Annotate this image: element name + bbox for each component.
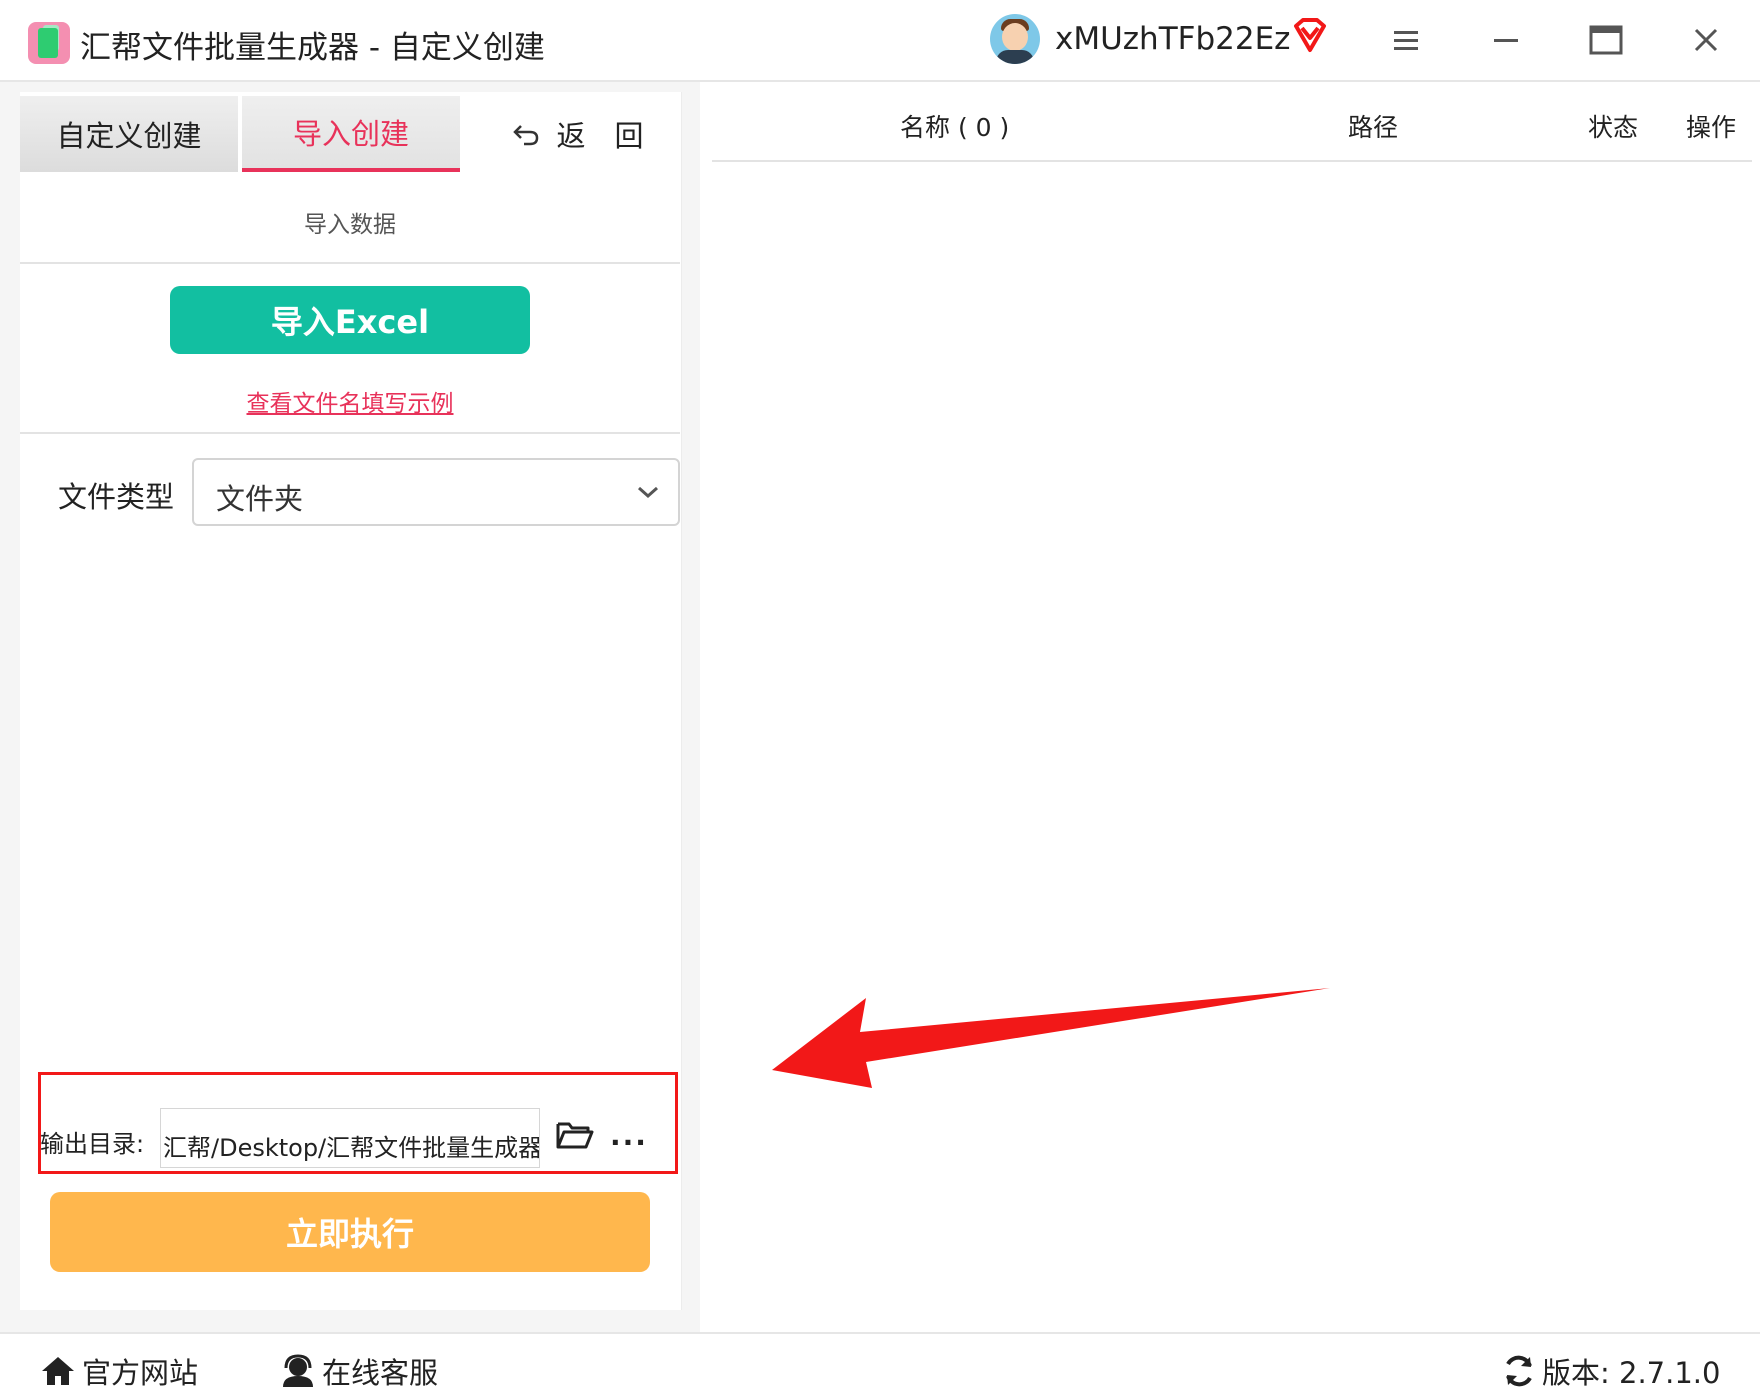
divider — [20, 432, 680, 434]
output-dir-label: 输出目录: — [40, 1130, 145, 1158]
official-website-label: 官方网站 — [82, 1356, 199, 1390]
minimize-icon[interactable] — [1484, 18, 1528, 62]
file-type-select[interactable]: 文件夹 — [192, 458, 680, 526]
tab-custom-create[interactable]: 自定义创建 — [20, 96, 238, 172]
username[interactable]: xMUzhTFb22Ez — [1055, 21, 1290, 57]
version-label: 版本: 2.7.1.0 — [1542, 1356, 1721, 1390]
refresh-icon — [1506, 1355, 1532, 1387]
vip-badge-icon[interactable] — [1290, 16, 1330, 56]
column-status: 状态 — [1588, 113, 1639, 142]
window-title: 汇帮文件批量生成器 - 自定义创建 — [80, 30, 545, 66]
folder-open-icon[interactable] — [556, 1120, 594, 1154]
chevron-down-icon — [638, 486, 658, 499]
back-arrow-icon — [513, 125, 539, 146]
run-now-button[interactable]: 立即执行 — [50, 1192, 650, 1272]
file-type-value: 文件夹 — [216, 482, 304, 516]
close-icon[interactable] — [1684, 18, 1728, 62]
column-name: 名称 ( 0 ) — [900, 113, 1010, 142]
back-button[interactable]: 返 回 — [488, 96, 668, 172]
filename-example-link[interactable]: 查看文件名填写示例 — [20, 384, 680, 418]
column-actions: 操作 — [1686, 113, 1737, 142]
avatar[interactable] — [990, 14, 1040, 64]
red-arrow-annotation — [770, 980, 1340, 1104]
online-support-label: 在线客服 — [322, 1356, 439, 1390]
output-dir-input[interactable]: 汇帮/Desktop/汇帮文件批量生成器 — [160, 1108, 540, 1168]
online-support-link[interactable]: 在线客服 — [280, 1350, 438, 1392]
section-label: 导入数据 — [304, 212, 396, 238]
version-info[interactable]: 版本: 2.7.1.0 — [1502, 1350, 1720, 1392]
more-options-icon[interactable]: ··· — [610, 1126, 648, 1159]
home-icon — [42, 1357, 74, 1385]
app-icon — [28, 22, 70, 64]
tab-import-create[interactable]: 导入创建 — [242, 96, 460, 172]
divider — [20, 262, 680, 264]
import-excel-button[interactable]: 导入Excel — [170, 286, 530, 354]
file-type-label: 文件类型 — [58, 480, 175, 514]
support-agent-icon — [283, 1354, 313, 1387]
title-bar: 汇帮文件批量生成器 - 自定义创建 xMUzhTFb22Ez — [0, 0, 1760, 82]
column-path: 路径 — [1348, 113, 1399, 142]
creation-tabs: 自定义创建 导入创建 返 回 — [20, 96, 680, 172]
status-footer: 官方网站 在线客服 版本: 2.7.1.0 — [0, 1332, 1760, 1400]
maximize-icon[interactable] — [1584, 18, 1628, 62]
official-website-link[interactable]: 官方网站 — [40, 1350, 198, 1392]
file-table-header: 名称 ( 0 ) 路径 状态 操作 — [712, 96, 1752, 162]
menu-icon[interactable] — [1384, 18, 1428, 62]
back-label: 返 回 — [556, 119, 644, 153]
